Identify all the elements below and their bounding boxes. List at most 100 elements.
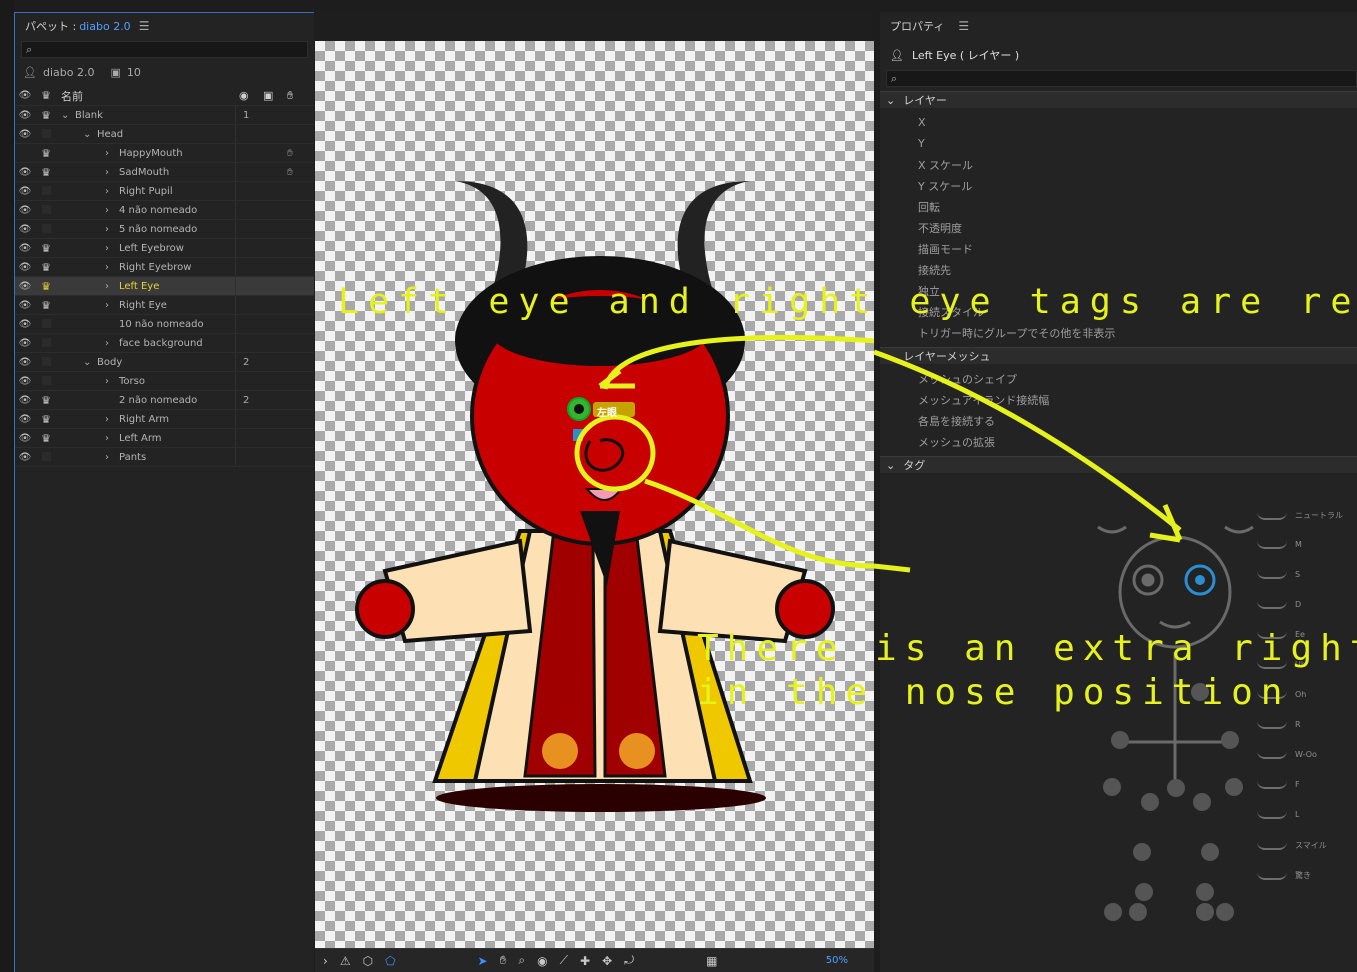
mouth-tag-item[interactable]: 驚き [1257,870,1347,881]
property-item[interactable]: X スケール [880,154,1357,175]
visibility-eye-icon[interactable]: 👁︎ [15,262,35,273]
chevron-right-icon[interactable] [105,319,115,330]
warning-icon[interactable]: ⚠ [340,954,351,968]
visibility-eye-icon[interactable]: 👁︎ [15,243,35,254]
layer-row[interactable]: 👁︎ › Torso [15,372,314,391]
mouth-tag-item[interactable]: R [1257,720,1347,729]
chevron-right-icon[interactable]: › [105,148,115,159]
property-item[interactable]: 各島を接続する [880,410,1357,431]
crown-icon[interactable]: ♛ [35,109,57,122]
hamburger-icon[interactable]: ☰ [958,19,969,33]
visibility-eye-icon[interactable]: 👁︎ [15,205,35,216]
chevron-right-icon[interactable]: › [105,167,115,178]
crown-icon[interactable]: ♛ [35,280,57,293]
crown-icon[interactable]: ♛ [35,261,57,274]
layer-row[interactable]: 👁︎ ♛ › SadMouth ✋︎ [15,163,314,182]
mouth-tag-item[interactable]: M [1257,540,1347,549]
hand-tool-icon[interactable]: ✋︎ [500,953,507,968]
crown-header-icon[interactable]: ♛ [35,89,57,102]
crown-placeholder[interactable] [35,318,57,331]
eye-tag-label[interactable]: 左眼 [597,404,617,419]
chevron-right-icon[interactable]: › [105,243,115,254]
crown-placeholder[interactable] [35,375,57,388]
property-item[interactable]: Y [880,133,1357,154]
section-layer[interactable]: ⌄ レイヤー [880,91,1357,108]
property-item[interactable]: 不透明度 [880,217,1357,238]
crown-placeholder[interactable] [35,128,57,141]
layer-row[interactable]: 👁︎ ♛ ⌄ Blank 1 [15,106,314,125]
layer-row[interactable]: 👁︎ › Right Pupil [15,182,314,201]
shape-icon[interactable]: ⬠ [385,954,395,968]
chevron-right-icon[interactable]: › [105,338,115,349]
target-icon[interactable]: ◉ [239,89,249,102]
property-item[interactable]: メッシュの拡張 [880,431,1357,452]
layer-row[interactable]: 👁︎ ♛ › Right Eye [15,296,314,315]
crown-icon[interactable]: ♛ [35,166,57,179]
property-item[interactable]: メッシュのシェイプ [880,368,1357,389]
crown-placeholder[interactable] [35,185,57,198]
visibility-eye-icon[interactable]: 👁︎ [15,110,35,121]
visibility-eye-icon[interactable]: 👁︎ [15,452,35,463]
chevron-right-icon[interactable]: › [105,186,115,197]
mouth-tag-item[interactable]: スマイル [1257,840,1347,851]
zoom-level[interactable]: 50% [826,955,848,966]
property-item[interactable]: トリガー時にグループでその他を非表示 [880,322,1357,343]
chevron-right-icon[interactable]: › [105,376,115,387]
section-layer-mesh[interactable]: ⌄ レイヤーメッシュ [880,347,1357,364]
visibility-eye-icon[interactable]: 👁︎ [15,224,35,235]
layer-row[interactable]: ♛ › HappyMouth ✋︎ [15,144,314,163]
hand-header-icon[interactable]: ✋︎ [287,89,293,103]
crown-icon[interactable]: ♛ [35,147,57,160]
chevron-right-icon[interactable]: › [105,433,115,444]
visibility-eye-icon[interactable]: 👁︎ [15,395,35,406]
drag-tool-icon[interactable]: ✥ [602,954,612,968]
chevron-right-icon[interactable]: › [105,452,115,463]
property-item[interactable]: 接続先 [880,259,1357,280]
origin-tool-icon[interactable]: ◉ [537,954,547,968]
crown-placeholder[interactable] [35,204,57,217]
tag-header-icon[interactable]: ▣ [263,89,273,102]
chevron-right-icon[interactable] [105,395,115,406]
chevron-right-icon[interactable]: › [105,281,115,292]
layer-row[interactable]: 👁︎ ⌄ Head [15,125,314,144]
crown-icon[interactable]: ♛ [35,432,57,445]
property-item[interactable]: Y スケール [880,175,1357,196]
pin-tool-icon[interactable]: ⟋ [560,953,568,968]
chevron-down-icon[interactable]: ⌄ [83,357,93,368]
layer-row[interactable]: 👁︎ › 5 não nomeado [15,220,314,239]
layer-row[interactable]: 👁︎ ♛ › Left Arm [15,429,314,448]
layer-row[interactable]: 👁︎ ♛ 2 não nomeado 2 [15,391,314,410]
chevron-right-icon[interactable]: › [105,300,115,311]
mouth-tag-item[interactable]: L [1257,810,1347,819]
mouth-tag-item[interactable]: S [1257,570,1347,579]
checker-icon[interactable]: ▦ [706,954,717,968]
layer-row[interactable]: 👁︎ ⌄ Body 2 [15,353,314,372]
chevron-right-icon[interactable]: › [105,224,115,235]
crown-icon[interactable]: ♛ [35,299,57,312]
visibility-eye-icon[interactable]: 👁︎ [15,129,35,140]
mesh-icon[interactable]: ⬡ [363,954,373,968]
mouth-tag-item[interactable]: W-Oo [1257,750,1347,759]
visibility-eye-icon[interactable]: 👁︎ [15,319,35,330]
layer-row[interactable]: 👁︎ ♛ › Right Eyebrow [15,258,314,277]
chevron-right-icon[interactable]: › [105,414,115,425]
property-item[interactable]: 描画モード [880,238,1357,259]
hamburger-icon[interactable]: ☰ [139,19,150,33]
visibility-eye-icon[interactable]: 👁︎ [15,281,35,292]
layer-row[interactable]: 👁︎ › face background [15,334,314,353]
property-item[interactable]: X [880,112,1357,133]
visibility-eye-icon[interactable]: 👁︎ [15,338,35,349]
puppet-search-input[interactable]: ⌕ [21,41,308,58]
expand-icon[interactable]: › [323,954,328,968]
select-tool-icon[interactable]: ➤ [478,954,488,968]
mouth-tag-item[interactable]: F [1257,780,1347,789]
visibility-eye-icon[interactable]: 👁︎ [15,186,35,197]
visibility-eye-icon[interactable]: 👁︎ [15,376,35,387]
stick-tool-icon[interactable]: ✚ [580,954,590,968]
layer-row[interactable]: 👁︎ ♛ › Left Eyebrow [15,239,314,258]
chevron-right-icon[interactable]: › [105,205,115,216]
hand-icon[interactable]: ✋︎ [287,148,293,159]
layer-row[interactable]: 👁︎ › Pants [15,448,314,467]
chevron-down-icon[interactable]: ⌄ [61,110,71,121]
properties-search-input[interactable]: ⌕ [886,70,1357,87]
